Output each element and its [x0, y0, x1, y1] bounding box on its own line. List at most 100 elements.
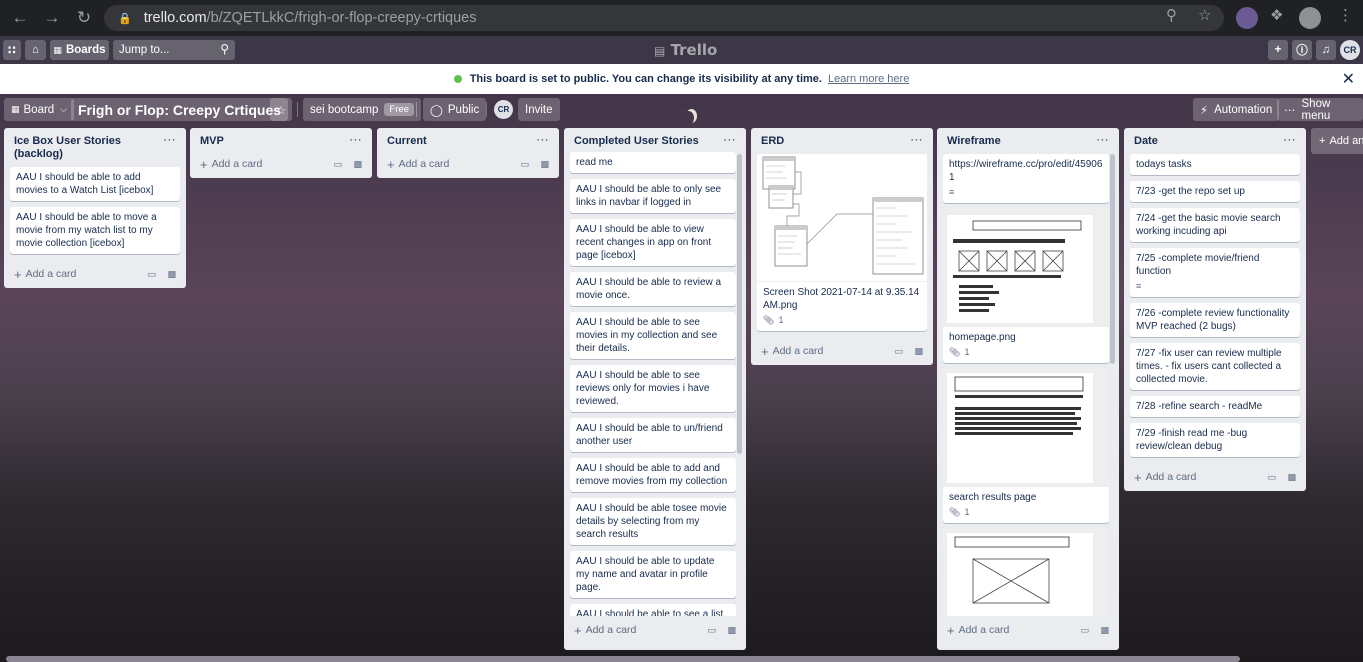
card-template-icon[interactable]: ▭: [520, 159, 529, 170]
show-menu-button[interactable]: ⋯ Show menu: [1277, 98, 1363, 122]
jump-to-search[interactable]: Jump to... ⚲: [113, 40, 235, 60]
info-icon[interactable]: ⓘ: [1292, 40, 1312, 60]
card-template-icon[interactable]: ▭: [333, 159, 342, 170]
wireframe-image: [943, 529, 1109, 616]
list-menu-icon[interactable]: ⋯: [1096, 132, 1110, 148]
card[interactable]: AAU I should be able to see movies in my…: [570, 312, 736, 359]
list-menu-icon[interactable]: ⋯: [723, 132, 737, 148]
card[interactable]: 7/24 -get the basic movie search working…: [1130, 208, 1300, 242]
card[interactable]: AAU I should be able to review a movie o…: [570, 272, 736, 306]
address-bar[interactable]: 🔒 trello.com/b/ZQETLkkC/frigh-or-flop-cr…: [104, 5, 1224, 31]
add-card-button[interactable]: + Add a card ▭ ▩: [190, 150, 372, 178]
add-card-label: Add a card: [958, 624, 1010, 636]
kebab-menu-icon[interactable]: ⋮: [1338, 6, 1353, 24]
list-title[interactable]: Ice Box User Stories (backlog): [4, 128, 186, 163]
list-title[interactable]: ERD: [751, 128, 933, 150]
reload-icon[interactable]: ↻: [72, 6, 96, 30]
add-card-button[interactable]: + Add a card ▭ ▩: [4, 260, 186, 288]
card[interactable]: AAU I should be able to un/friend anothe…: [570, 418, 736, 452]
list-title[interactable]: MVP: [190, 128, 372, 150]
card-template-icon[interactable]: ▭: [147, 269, 156, 280]
card[interactable]: 7/27 -fix user can review multiple times…: [1130, 343, 1300, 390]
card[interactable]: AAU I should be able to see a list of fr…: [570, 604, 736, 616]
card[interactable]: AAU I should be able to view recent chan…: [570, 219, 736, 266]
list-scrollbar[interactable]: [1110, 154, 1115, 364]
bookmark-star-icon[interactable]: ☆: [1198, 6, 1211, 24]
extension-icon[interactable]: [1236, 7, 1258, 29]
add-card-button[interactable]: + Add a card ▭ ▩: [751, 337, 933, 365]
card[interactable]: todays tasks: [1130, 154, 1300, 175]
board-member-avatar[interactable]: CR: [494, 100, 513, 119]
learn-more-link[interactable]: Learn more here: [828, 73, 909, 85]
card[interactable]: 7/26 -complete review functionality MVP …: [1130, 303, 1300, 337]
board-horizontal-scrollbar[interactable]: [6, 656, 1240, 662]
profile-avatar[interactable]: [1299, 7, 1321, 29]
card-template-icon[interactable]: ▭: [1080, 625, 1089, 636]
list-menu-icon[interactable]: ⋯: [910, 132, 924, 148]
add-card-button[interactable]: + Add a card ▭ ▩: [564, 616, 746, 644]
trello-logo[interactable]: ▤ Trello: [654, 41, 717, 59]
home-icon[interactable]: ⌂: [25, 40, 46, 60]
add-card-button[interactable]: + Add a card ▭ ▩: [377, 150, 559, 178]
list-scrollbar[interactable]: [737, 154, 742, 454]
forward-icon[interactable]: →: [40, 6, 64, 30]
add-list-button[interactable]: + Add an: [1311, 128, 1363, 154]
card-template-icon[interactable]: ▩: [540, 159, 549, 170]
create-plus-icon[interactable]: +: [1268, 40, 1288, 60]
board-view-switcher[interactable]: ▦ Board ⌵: [4, 98, 75, 121]
puzzle-icon[interactable]: ❖: [1270, 6, 1283, 24]
card[interactable]: AAU I should be able to only see links i…: [570, 179, 736, 213]
card-template-icon[interactable]: ▩: [1100, 625, 1109, 636]
list-menu-icon[interactable]: ⋯: [163, 132, 177, 148]
card[interactable]: read me: [570, 152, 736, 173]
card-template-icon[interactable]: ▩: [353, 159, 362, 170]
invite-button[interactable]: Invite: [518, 98, 560, 121]
add-card-button[interactable]: + Add a card ▭ ▩: [1124, 463, 1306, 491]
card[interactable]: AAU I should be able to add movies to a …: [10, 167, 180, 201]
member-avatar[interactable]: CR: [1340, 40, 1360, 60]
card-template-icon[interactable]: ▩: [1287, 472, 1296, 483]
search-results-wireframe-image: [943, 369, 1109, 487]
list-menu-icon[interactable]: ⋯: [349, 132, 363, 148]
notification-bell-icon[interactable]: ♫: [1316, 40, 1336, 60]
card[interactable]: 7/29 -finish read me -bug review/clean d…: [1130, 423, 1300, 457]
list-title[interactable]: Current: [377, 128, 559, 150]
list-title[interactable]: Wireframe: [937, 128, 1119, 150]
card[interactable]: 7/28 -refine search - readMe: [1130, 396, 1300, 417]
card[interactable]: [943, 529, 1109, 616]
card-template-icon[interactable]: ▭: [1267, 472, 1276, 483]
card[interactable]: search results page 📎︎ 1: [943, 369, 1109, 523]
star-icon[interactable]: ☆: [270, 98, 292, 121]
boards-button[interactable]: ▦ Boards: [50, 40, 109, 60]
card-template-icon[interactable]: ▩: [167, 269, 176, 280]
board-title[interactable]: Frigh or Flop: Creepy Crtiques: [71, 98, 289, 121]
card[interactable]: https://wireframe.cc/pro/edit/459061 ≡: [943, 154, 1109, 203]
attachment-count: 1: [964, 507, 970, 517]
back-icon[interactable]: ←: [8, 6, 32, 30]
card-template-icon[interactable]: ▩: [914, 346, 923, 357]
add-card-button[interactable]: + Add a card ▭ ▩: [937, 616, 1119, 644]
list-title[interactable]: Completed User Stories: [564, 128, 746, 150]
card[interactable]: AAU I should be able to add and remove m…: [570, 458, 736, 492]
list-menu-icon[interactable]: ⋯: [536, 132, 550, 148]
card[interactable]: 7/25 -complete movie/friend function ≡: [1130, 248, 1300, 297]
zoom-icon[interactable]: ⚲: [1166, 6, 1177, 24]
card[interactable]: AAU I should be able to move a movie fro…: [10, 207, 180, 254]
card-template-icon[interactable]: ▩: [727, 625, 736, 636]
card-template-icon[interactable]: ▭: [894, 346, 903, 357]
card[interactable]: AAU I should be able tosee movie details…: [570, 498, 736, 545]
card[interactable]: 7/23 -get the repo set up: [1130, 181, 1300, 202]
apps-grid-icon[interactable]: ∷: [3, 40, 21, 60]
card-template-icon[interactable]: ▭: [707, 625, 716, 636]
erd-card[interactable]: Screen Shot 2021-07-14 at 9.35.14 AM.png…: [757, 154, 927, 331]
list-title[interactable]: Date: [1124, 128, 1306, 150]
list-menu-icon[interactable]: ⋯: [1283, 132, 1297, 148]
card[interactable]: AAU I should be able to update my name a…: [570, 551, 736, 598]
trello-logo-text: Trello: [670, 41, 718, 59]
close-icon[interactable]: ✕: [1342, 69, 1355, 89]
visibility-button[interactable]: ◯ Public: [423, 98, 487, 121]
card[interactable]: homepage.png 📎︎ 1: [943, 209, 1109, 363]
workspace-button[interactable]: sei bootcamp Free: [303, 98, 421, 121]
card[interactable]: AAU I should be able to see reviews only…: [570, 365, 736, 412]
automation-button[interactable]: ⚡︎ Automation: [1193, 98, 1280, 121]
